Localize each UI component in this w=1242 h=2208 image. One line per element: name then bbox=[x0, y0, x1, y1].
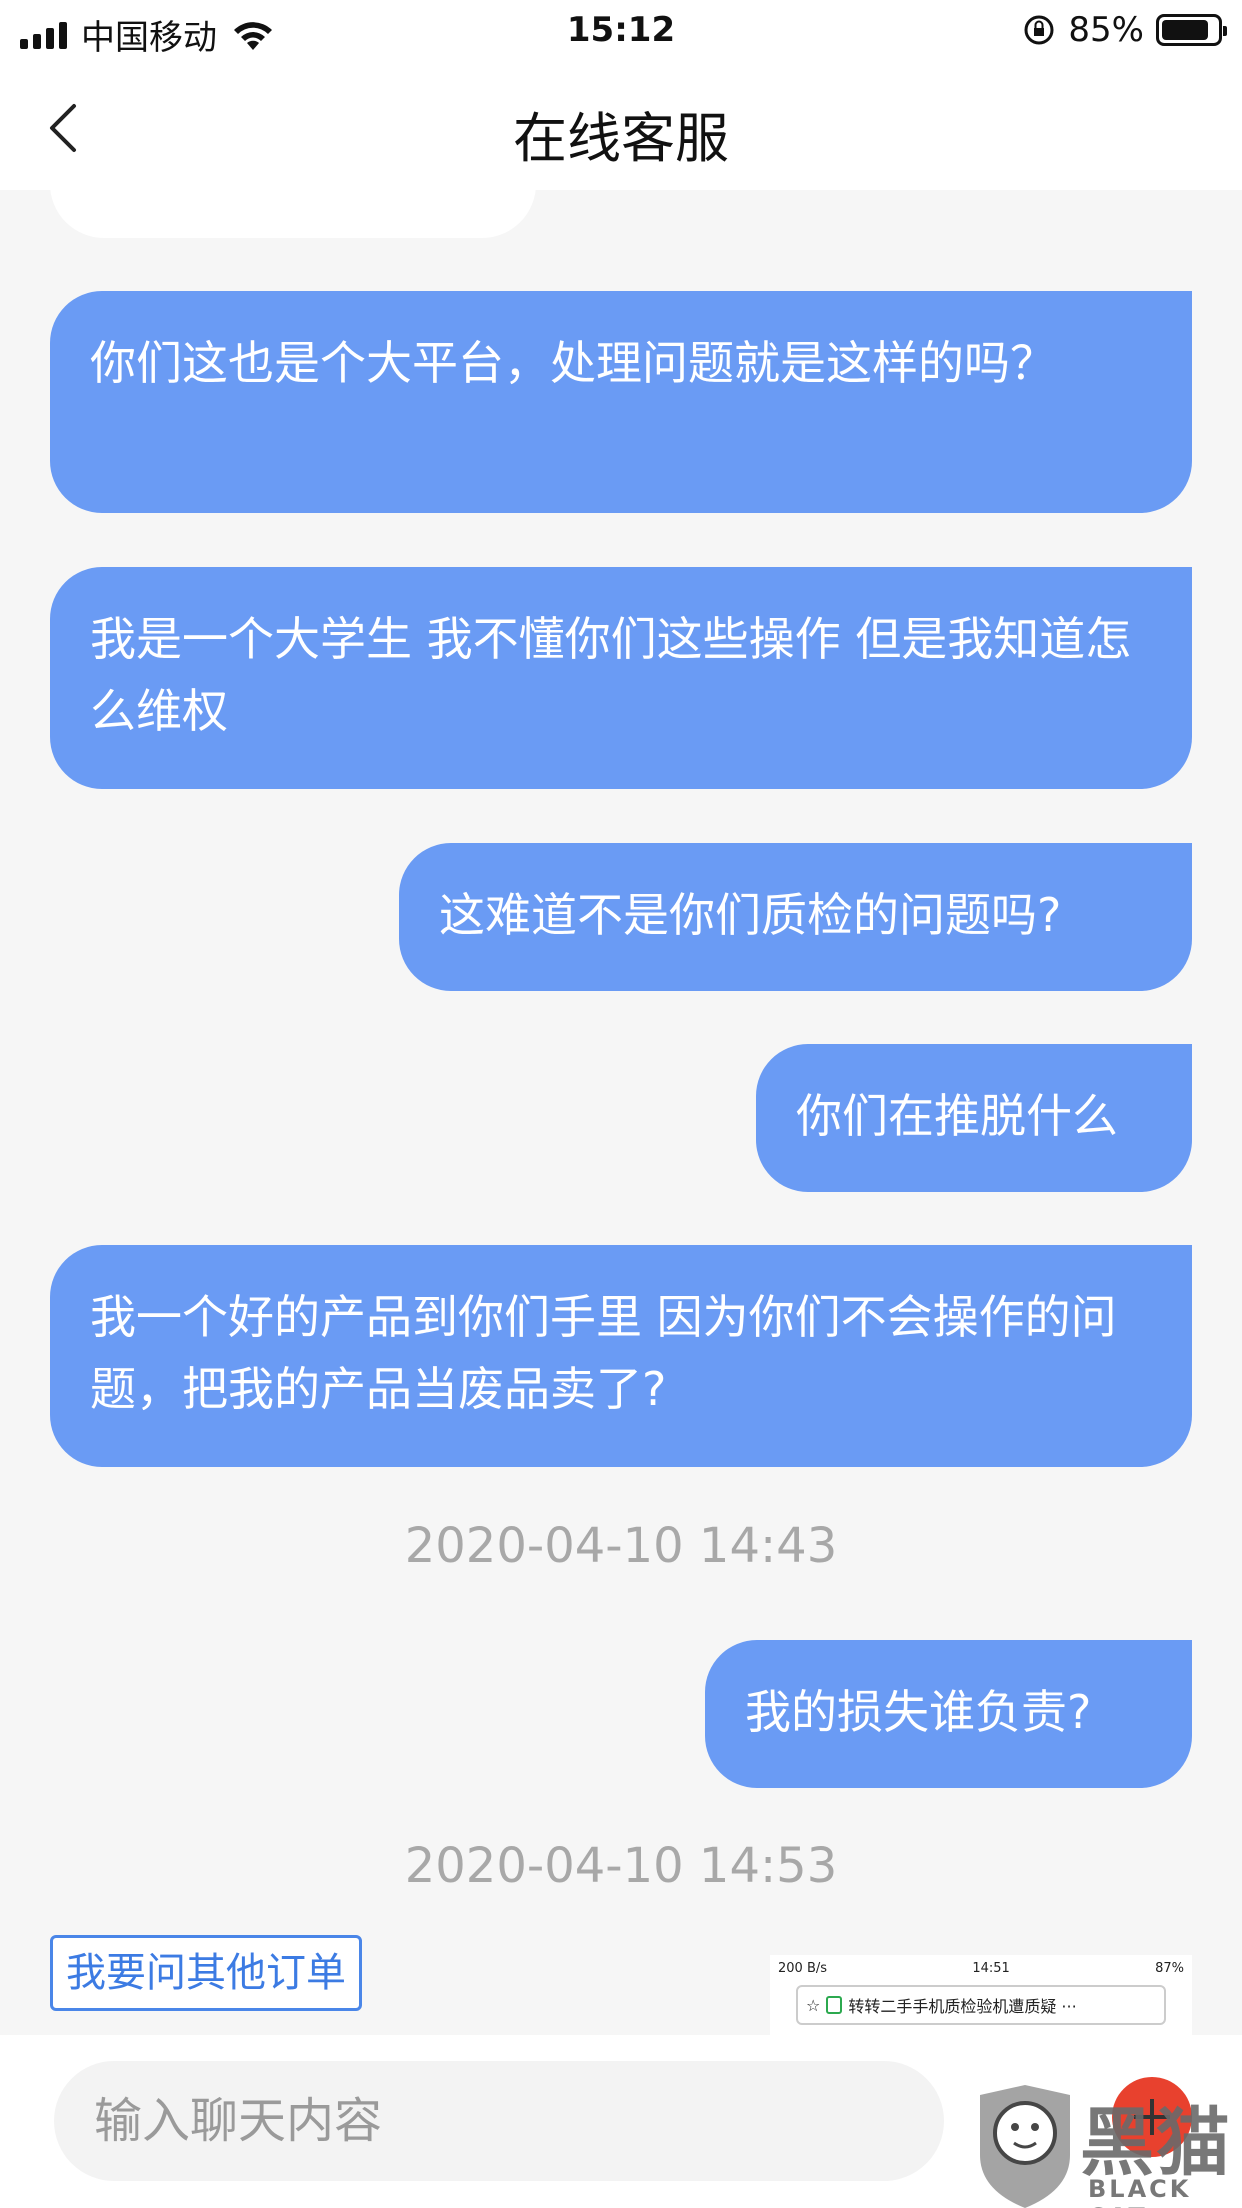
input-bar: 输入聊天内容 黑猫 BLACK CAT bbox=[0, 2035, 1242, 2208]
star-icon: ☆ bbox=[806, 1995, 821, 2015]
timestamp: 2020-04-10 14:43 bbox=[404, 1518, 838, 1574]
watermark-subtext: BLACK CAT bbox=[1088, 2175, 1192, 2208]
preview-status-bar: 200 B/s 14:51 87% bbox=[770, 1955, 1192, 1981]
battery-icon bbox=[1156, 14, 1227, 46]
message-bubble[interactable]: 我是一个大学生 我不懂你们这些操作 但是我知道怎么维权 bbox=[50, 567, 1192, 789]
message-bubble[interactable]: 这难道不是你们质检的问题吗? bbox=[399, 843, 1192, 991]
message-bubble[interactable]: 你们这也是个大平台，处理问题就是这样的吗？ bbox=[50, 291, 1192, 513]
preview-url-bar: ☆ 转转二手手机质检验机遭质疑 ··· bbox=[796, 1985, 1166, 2025]
ask-other-order-button[interactable]: 我要问其他订单 bbox=[50, 1935, 362, 2011]
status-bar: 中国移动 15:12 85% bbox=[0, 0, 1242, 64]
message-bubble[interactable]: 我的损失谁负责? bbox=[705, 1640, 1192, 1788]
watermark-text: 黑猫 bbox=[1080, 2100, 1232, 2186]
rotation-lock-icon bbox=[1024, 15, 1054, 45]
preview-status-time: 14:51 bbox=[972, 1960, 1010, 1976]
battery-percent: 85% bbox=[1068, 10, 1144, 50]
message-bubble[interactable]: 我一个好的产品到你们手里 因为你们不会操作的问题，把我的产品当废品卖了? bbox=[50, 1245, 1192, 1467]
page-title: 在线客服 bbox=[513, 107, 729, 170]
preview-status-battery: 87% bbox=[1155, 1960, 1184, 1976]
image-preview[interactable]: 200 B/s 14:51 87% ☆ 转转二手手机质检验机遭质疑 ··· bbox=[770, 1955, 1192, 2035]
message-bubble[interactable]: 你们在推脱什么 bbox=[756, 1044, 1192, 1192]
previous-message-bubble bbox=[50, 190, 536, 238]
preview-url-text: 转转二手手机质检验机遭质疑 ··· bbox=[848, 1997, 1077, 2016]
watermark-logo: 黑猫 BLACK CAT bbox=[970, 2085, 1240, 2208]
shield-icon bbox=[826, 1996, 843, 2014]
cat-shield-icon bbox=[980, 2085, 1070, 2208]
nav-header: 在线客服 bbox=[0, 64, 1242, 190]
chat-input[interactable]: 输入聊天内容 bbox=[54, 2061, 944, 2181]
timestamp: 2020-04-10 14:53 bbox=[404, 1838, 838, 1894]
preview-status-left: 200 B/s bbox=[778, 1960, 828, 1976]
chat-area[interactable]: 你们这也是个大平台，处理问题就是这样的吗？ 我是一个大学生 我不懂你们这些操作 … bbox=[0, 190, 1242, 2035]
